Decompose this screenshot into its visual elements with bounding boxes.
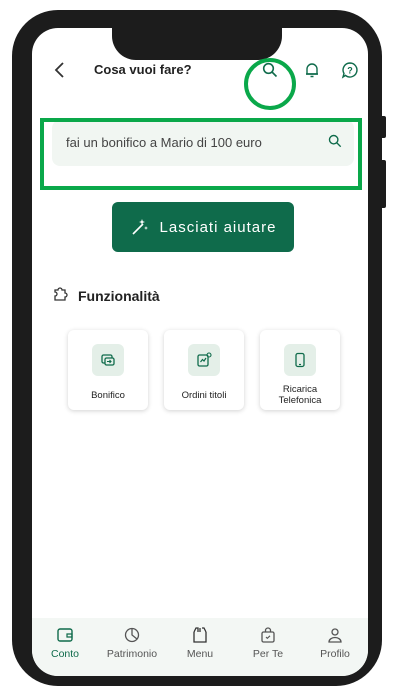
menu-icon bbox=[167, 626, 233, 646]
section-title: Funzionalità bbox=[78, 287, 160, 304]
phone-volume-button bbox=[378, 160, 386, 208]
help-me-label: Lasciati aiutare bbox=[159, 218, 277, 236]
tab-per-te[interactable]: Per Te bbox=[235, 626, 301, 660]
profile-icon bbox=[302, 626, 368, 646]
transfer-icon bbox=[92, 344, 124, 376]
help-me-button[interactable]: Lasciati aiutare bbox=[112, 202, 294, 252]
chevron-left-icon bbox=[54, 62, 64, 78]
page-title: Cosa vuoi fare? bbox=[94, 62, 192, 77]
feature-label: Ordini titoli bbox=[181, 390, 227, 401]
magic-wand-icon bbox=[130, 217, 150, 237]
tab-label: Patrimonio bbox=[106, 648, 158, 660]
tab-label: Profilo bbox=[320, 648, 350, 660]
search-button-highlight bbox=[244, 58, 296, 110]
bottom-tab-bar: Conto Patrimonio Menu Per Te Profilo bbox=[32, 618, 368, 676]
section-header: Funzionalità bbox=[52, 284, 160, 307]
puzzle-icon bbox=[52, 284, 70, 307]
help-icon: ? bbox=[341, 62, 358, 79]
tab-profilo[interactable]: Profilo bbox=[302, 626, 368, 660]
feature-label: Ricarica Telefonica bbox=[278, 384, 322, 406]
notifications-button[interactable] bbox=[300, 58, 324, 82]
help-button[interactable]: ? bbox=[338, 58, 362, 82]
feature-card-bonifico[interactable]: Bonifico bbox=[68, 330, 148, 410]
securities-order-icon bbox=[188, 344, 220, 376]
feature-card-ricarica-telefonica[interactable]: Ricarica Telefonica bbox=[260, 330, 340, 410]
tab-menu[interactable]: Menu bbox=[167, 626, 233, 660]
tab-label: Conto bbox=[50, 648, 80, 660]
pie-chart-icon bbox=[99, 626, 165, 646]
tab-patrimonio[interactable]: Patrimonio bbox=[99, 626, 165, 660]
search-input-highlight bbox=[40, 118, 362, 190]
gift-bag-icon bbox=[235, 626, 301, 646]
back-button[interactable] bbox=[50, 60, 70, 80]
wallet-icon bbox=[32, 626, 98, 646]
phone-topup-icon bbox=[284, 344, 316, 376]
bell-icon bbox=[306, 63, 318, 78]
feature-card-ordini-titoli[interactable]: Ordini titoli bbox=[164, 330, 244, 410]
svg-text:?: ? bbox=[347, 66, 353, 76]
phone-side-button bbox=[378, 116, 386, 138]
tab-conto[interactable]: Conto bbox=[32, 626, 98, 660]
tab-label: Menu bbox=[186, 648, 214, 660]
top-bar: Cosa vuoi fare? ? bbox=[32, 48, 368, 92]
tab-label: Per Te bbox=[252, 648, 284, 660]
feature-label: Bonifico bbox=[91, 390, 125, 401]
